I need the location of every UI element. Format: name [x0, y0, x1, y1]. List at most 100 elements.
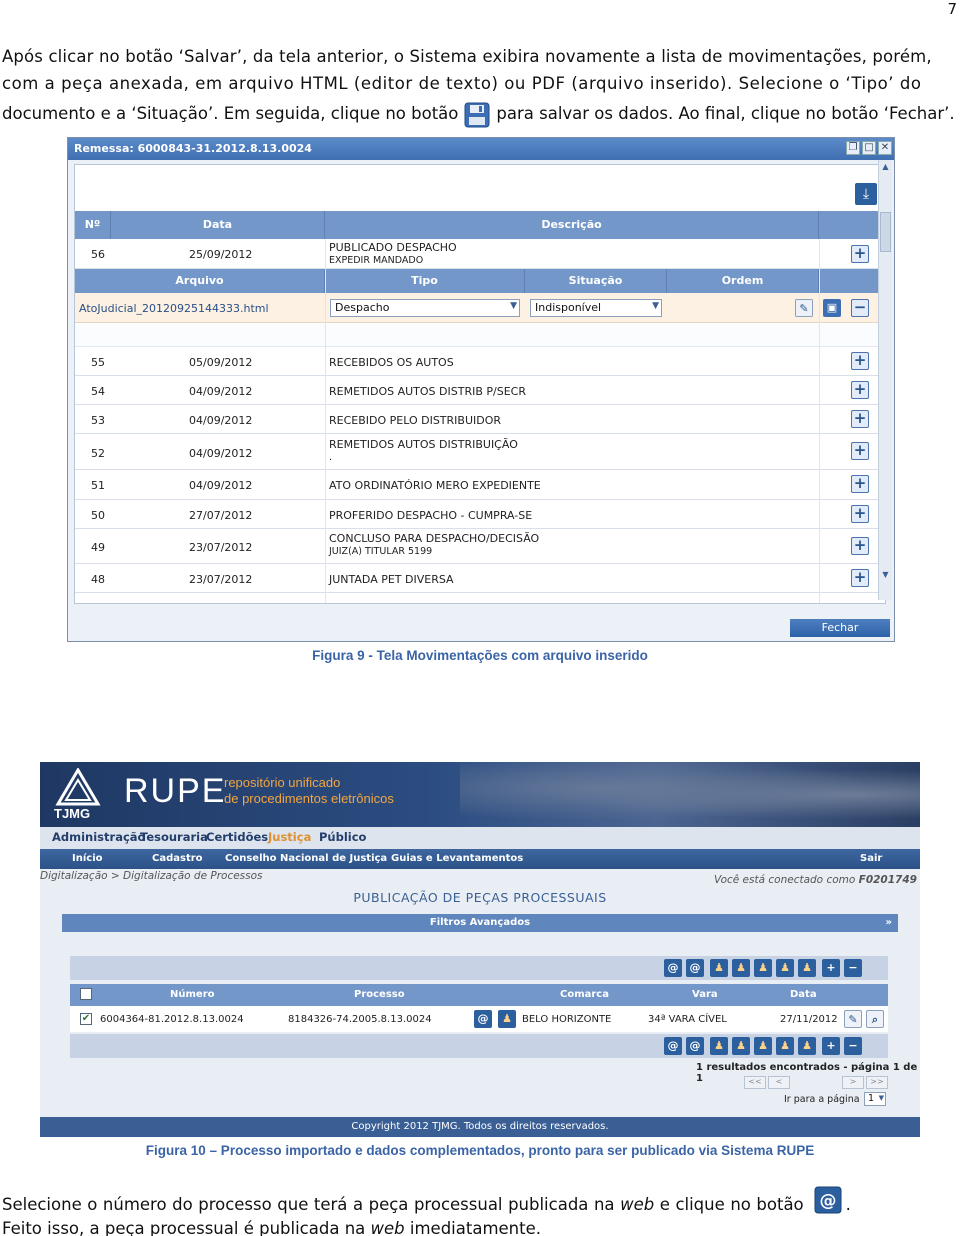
unpublish-at-icon[interactable]: @ — [686, 959, 704, 977]
table-row[interactable]: ✔ 6004364-81.2012.8.13.0024 8184326-74.2… — [70, 1006, 888, 1032]
menu-tesouraria[interactable]: Tesouraria — [140, 830, 208, 844]
table-row[interactable]: 51 04/09/2012 ATO ORDINATÓRIO MERO EXPEDI… — [75, 470, 879, 500]
page-prev-button[interactable]: < — [768, 1076, 790, 1089]
page-first-button[interactable]: << — [744, 1076, 766, 1089]
scroll-thumb[interactable] — [880, 212, 891, 252]
edit-pencil-icon[interactable]: ✎ — [795, 299, 813, 317]
row-checkbox[interactable]: ✔ — [80, 1013, 92, 1025]
rupe-main-menu: Administração Tesouraria Certidões Justi… — [40, 827, 920, 849]
window-controls: ❐ □ ✕ — [846, 141, 892, 155]
figure-9-caption: Figura 9 - Tela Movimentações com arquiv… — [312, 648, 648, 663]
user-remove-icon[interactable]: ♟ — [732, 959, 750, 977]
goto-page-select[interactable]: 1 ▼ — [864, 1092, 886, 1106]
attachment-file-link[interactable]: AtoJudicial_20120925144333.html — [79, 302, 269, 315]
add-icon[interactable]: + — [822, 1037, 840, 1055]
chevron-down-icon: ▼ — [878, 1094, 884, 1102]
users-icon[interactable]: ♟ — [754, 1037, 772, 1055]
submenu-inicio[interactable]: Início — [72, 853, 103, 864]
tjmg-logo-text: TJMG — [54, 806, 91, 821]
chevron-down-icon: ▼ — [510, 301, 517, 311]
expand-icon[interactable]: + — [851, 569, 869, 587]
filtros-avancados-bar[interactable]: Filtros Avançados » — [62, 914, 898, 932]
page-next-button[interactable]: > — [842, 1076, 864, 1089]
expand-icon[interactable]: + — [851, 352, 869, 370]
expand-icon[interactable]: + — [851, 475, 869, 493]
edit-pencil-icon[interactable]: ✎ — [844, 1010, 862, 1028]
page-last-button[interactable]: >> — [866, 1076, 888, 1089]
svg-text:@: @ — [819, 1191, 836, 1211]
submenu-guias[interactable]: Guias e Levantamentos — [391, 853, 523, 864]
save-disk-icon[interactable]: ▣ — [823, 299, 841, 317]
intro-line-2: com a peça anexada, em arquivo HTML (edi… — [2, 74, 922, 93]
publish-at-icon[interactable]: @ — [474, 1010, 492, 1028]
window-title: Remessa: 6000843-31.2012.8.13.0024 — [68, 138, 894, 160]
restore-icon[interactable]: ❐ — [846, 141, 860, 155]
sair-link[interactable]: Sair — [860, 853, 882, 864]
figure-10-caption: Figura 10 – Processo importado e dados c… — [145, 1143, 815, 1158]
toolbar-top: @ @ ♟ ♟ ♟ ♟ ♟ + − — [70, 956, 888, 980]
user-lock-icon[interactable]: ♟ — [798, 1037, 816, 1055]
publish-at-icon[interactable]: @ — [664, 959, 682, 977]
fechar-button[interactable]: Fechar — [790, 619, 890, 637]
user-icon[interactable]: ♟ — [498, 1010, 516, 1028]
scroll-down-icon[interactable]: ▼ — [880, 570, 891, 581]
table-row[interactable]: 55 05/09/2012 RECEBIDOS OS AUTOS + — [75, 347, 879, 376]
outro-web-2: web — [370, 1219, 405, 1236]
table-row[interactable]: 54 04/09/2012 REMETIDOS AUTOS DISTRIB P/S… — [75, 376, 879, 405]
submenu-cnj[interactable]: Conselho Nacional de Justiça — [225, 853, 387, 864]
expand-icon[interactable]: + — [851, 505, 869, 523]
user-icon[interactable]: ♟ — [710, 959, 728, 977]
close-icon[interactable]: ✕ — [878, 141, 892, 155]
remove-icon[interactable]: − — [844, 959, 862, 977]
chevron-down-icon: ▼ — [652, 301, 659, 311]
unpublish-at-icon[interactable]: @ — [686, 1037, 704, 1055]
tipo-select[interactable]: Despacho ▼ — [330, 299, 520, 317]
movimentacoes-window: Remessa: 6000843-31.2012.8.13.0024 ❐ □ ✕… — [67, 137, 895, 642]
vertical-scrollbar[interactable]: ▲ ▼ — [878, 160, 892, 600]
expand-icon[interactable]: + — [851, 381, 869, 399]
users-remove-icon[interactable]: ♟ — [776, 959, 794, 977]
intro-line-3a: documento e a ‘Situação’. Em seguida, cl… — [2, 104, 459, 123]
scroll-up-icon[interactable]: ▲ — [880, 162, 891, 173]
table-row[interactable]: 50 27/07/2012 PROFERIDO DESPACHO - CUMPRA… — [75, 500, 879, 529]
table-row[interactable]: 56 25/09/2012 PUBLICADO DESPACHO EXPEDIR… — [75, 239, 879, 269]
user-remove-icon[interactable]: ♟ — [732, 1037, 750, 1055]
rupe-footer: Copyright 2012 TJMG. Todos os direitos r… — [40, 1117, 920, 1137]
menu-administracao[interactable]: Administração — [52, 830, 145, 844]
user-lock-icon[interactable]: ♟ — [798, 959, 816, 977]
users-remove-icon[interactable]: ♟ — [776, 1037, 794, 1055]
expand-icon[interactable]: + — [851, 442, 869, 460]
table-row[interactable]: 49 23/07/2012 CONCLUSO PARA DESPACHO/DECI… — [75, 529, 879, 564]
attachment-row: AtoJudicial_20120925144333.html Despacho… — [75, 293, 879, 323]
user-icon[interactable]: ♟ — [710, 1037, 728, 1055]
add-icon[interactable]: + — [822, 959, 840, 977]
gavel-justice-banner — [460, 762, 920, 827]
table-row[interactable]: 52 04/09/2012 REMETIDOS AUTOS DISTRIBUIÇÃ… — [75, 434, 879, 470]
toolbar-bottom: @ @ ♟ ♟ ♟ ♟ ♟ + − — [70, 1034, 888, 1058]
rupe-sub-menu: Início Cadastro Conselho Nacional de Jus… — [40, 849, 920, 869]
expand-icon[interactable]: + — [851, 410, 869, 428]
outro-line-2a: Feito isso, a peça processual é publicad… — [2, 1219, 366, 1236]
users-icon[interactable]: ♟ — [754, 959, 772, 977]
submenu-cadastro[interactable]: Cadastro — [152, 853, 203, 864]
menu-publico[interactable]: Público — [319, 830, 366, 844]
breadcrumb: Digitalização > Digitalização de Process… — [40, 870, 263, 882]
table-row[interactable]: 53 04/09/2012 RECEBIDO PELO DISTRIBUIDOR … — [75, 405, 879, 434]
menu-justica[interactable]: Justiça — [268, 830, 311, 844]
situacao-select[interactable]: Indisponível ▼ — [530, 299, 662, 317]
save-disk-icon — [464, 102, 490, 128]
table-row[interactable]: 48 23/07/2012 JUNTADA PET DIVERSA + — [75, 564, 879, 593]
publish-at-icon[interactable]: @ — [664, 1037, 682, 1055]
expand-icon[interactable]: + — [851, 537, 869, 555]
search-icon[interactable]: ⌕ — [866, 1010, 884, 1028]
menu-certidoes[interactable]: Certidões — [206, 830, 268, 844]
rupe-brand: RUPE — [124, 772, 227, 810]
rupe-header: TJMG RUPE repositório unificado de proce… — [40, 762, 920, 827]
remove-icon[interactable]: − — [844, 1037, 862, 1055]
export-icon[interactable]: ⤓ — [855, 183, 877, 205]
collapse-icon[interactable]: − — [851, 299, 869, 317]
maximize-icon[interactable]: □ — [862, 141, 876, 155]
select-all-checkbox[interactable] — [80, 988, 92, 1000]
expand-icon[interactable]: + — [851, 245, 869, 263]
page-title: PUBLICAÇÃO DE PEÇAS PROCESSUAIS — [353, 890, 607, 905]
